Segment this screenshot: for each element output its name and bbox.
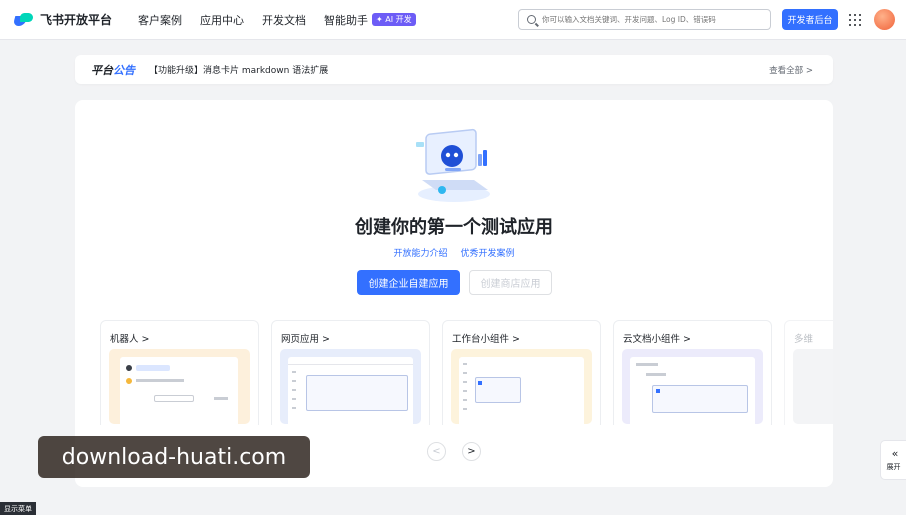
app-grid-icon[interactable] <box>849 14 861 26</box>
chevron-left-icon: < <box>432 446 441 457</box>
app-card-web[interactable]: 网页应用 > <box>271 320 430 425</box>
nav-customer-cases[interactable]: 客户案例 <box>138 12 182 28</box>
workplace-widget-preview <box>451 349 592 425</box>
capability-intro-link[interactable]: 开放能力介绍 <box>394 249 448 259</box>
bitable-preview <box>793 349 833 424</box>
view-all-link[interactable]: 查看全部 > <box>769 64 813 76</box>
prev-page-button[interactable]: < <box>427 442 446 461</box>
search-box[interactable] <box>518 9 771 30</box>
doc-widget-preview <box>622 349 763 425</box>
watermark: download-huati.com <box>38 436 310 478</box>
create-store-app-button[interactable]: 创建商店应用 <box>469 270 552 295</box>
robot-laptop-illustration <box>416 128 490 202</box>
bot-preview <box>109 349 250 425</box>
page-title: 创建你的第一个测试应用 <box>355 217 553 238</box>
app-card-bot[interactable]: 机器人 > <box>100 320 259 425</box>
feishu-logo-icon <box>12 12 34 28</box>
brand-name: 飞书开放平台 <box>40 13 113 27</box>
search-input[interactable] <box>542 15 762 24</box>
expand-panel-button[interactable]: « 展开 <box>880 440 906 480</box>
nav-assistant-label: 智能助手 <box>324 13 369 27</box>
app-card-bitable[interactable]: 多维 <box>784 320 833 425</box>
app-type-carousel: 机器人 > 网页应用 > 工作台小组件 > 云文档小组件 > 多维 <box>100 320 833 425</box>
brand-logo[interactable]: 飞书开放平台 <box>12 11 113 28</box>
app-card-title: 云文档小组件 > <box>623 334 691 345</box>
app-card-title: 工作台小组件 > <box>452 334 520 345</box>
expand-label: 展开 <box>886 463 901 471</box>
top-nav: 飞书开放平台 客户案例 应用中心 开发文档 智能助手 ✦ AI 开发 开发者后台 <box>0 0 906 40</box>
create-enterprise-app-button[interactable]: 创建企业自建应用 <box>357 270 460 295</box>
announcement-text[interactable]: 【功能升级】消息卡片 markdown 语法扩展 <box>149 63 328 76</box>
show-menu-button[interactable]: 显示菜单 <box>0 502 36 515</box>
app-card-title: 多维 <box>794 334 814 345</box>
web-preview <box>280 349 421 425</box>
app-card-title: 网页应用 > <box>281 334 330 345</box>
create-app-card: 创建你的第一个测试应用 开放能力介绍 优秀开发案例 创建企业自建应用 创建商店应… <box>75 100 833 487</box>
double-chevron-left-icon: « <box>891 447 899 460</box>
dev-console-button[interactable]: 开发者后台 <box>782 9 838 30</box>
search-icon <box>527 15 536 24</box>
cases-link[interactable]: 优秀开发案例 <box>460 249 514 259</box>
announcement-bar: 平台公告 【功能升级】消息卡片 markdown 语法扩展 查看全部 > <box>75 55 833 84</box>
app-card-workplace-widget[interactable]: 工作台小组件 > <box>442 320 601 425</box>
next-page-button[interactable]: > <box>462 442 481 461</box>
ai-badge: ✦ AI 开发 <box>372 13 416 26</box>
app-card-doc-widget[interactable]: 云文档小组件 > <box>613 320 772 425</box>
nav-assistant[interactable]: 智能助手 ✦ AI 开发 <box>324 12 416 28</box>
avatar[interactable] <box>874 9 895 30</box>
chevron-right-icon: > <box>467 446 476 457</box>
announcement-tag: 平台公告 <box>91 63 135 77</box>
nav-dev-docs[interactable]: 开发文档 <box>262 12 306 28</box>
app-card-title: 机器人 > <box>110 334 150 345</box>
nav-app-center[interactable]: 应用中心 <box>200 12 244 28</box>
